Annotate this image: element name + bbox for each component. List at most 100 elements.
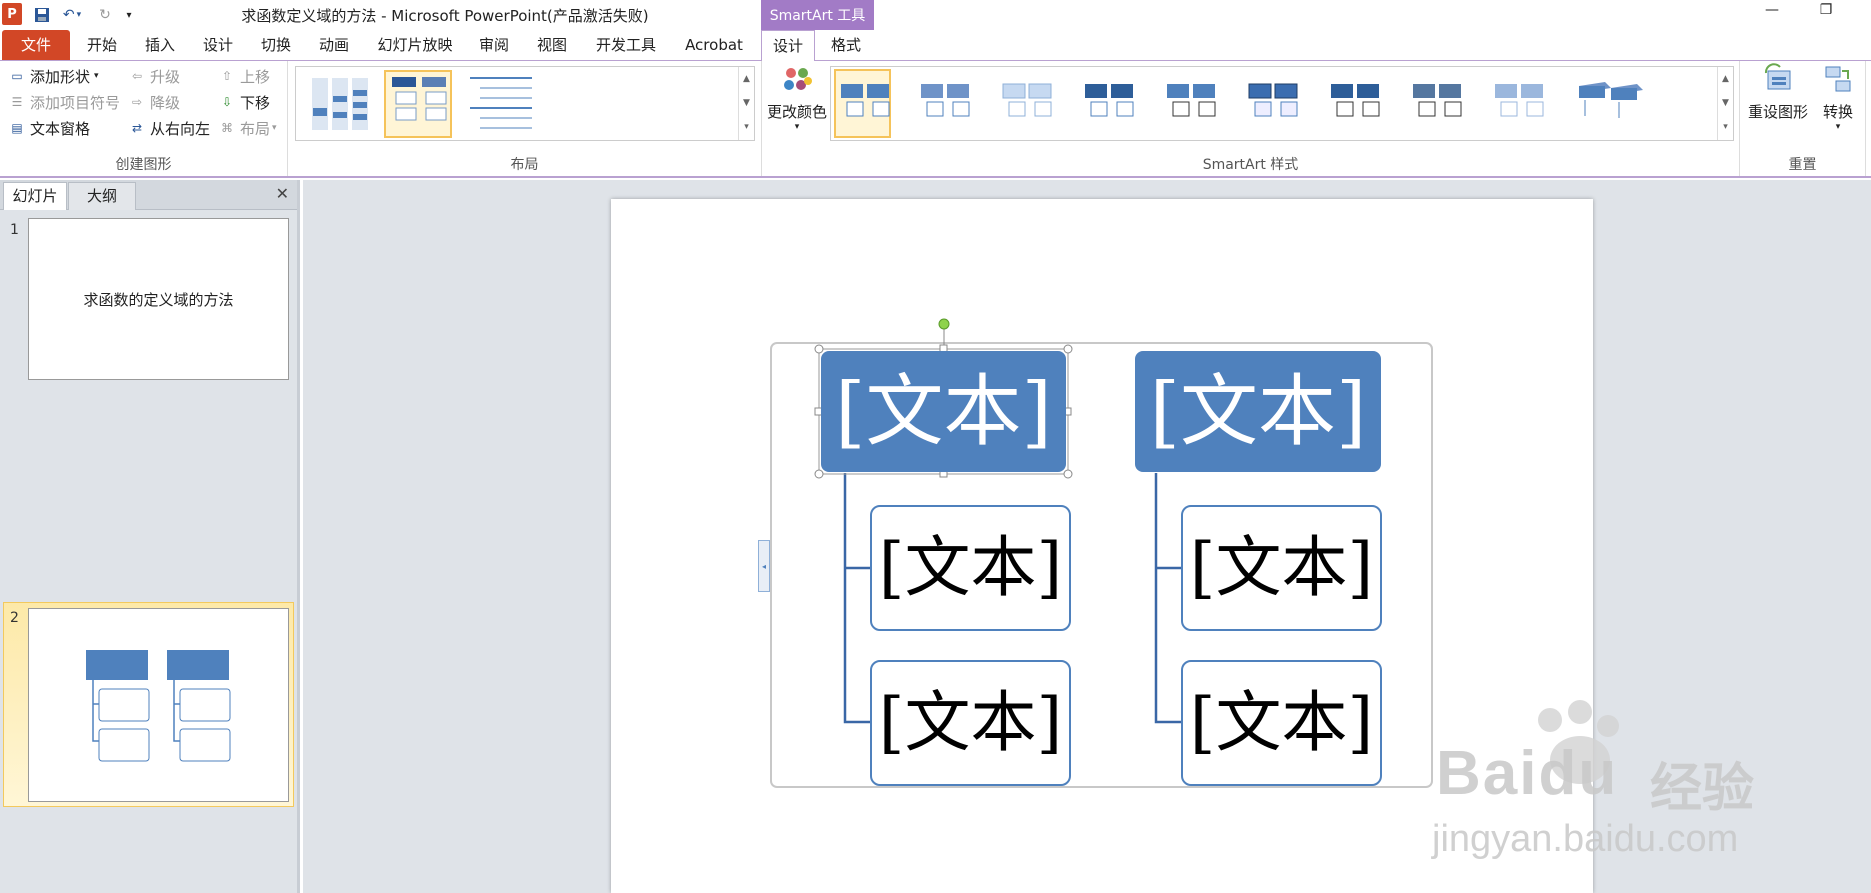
node-text: [文本] [878,684,1063,761]
right-to-left-button[interactable]: ⇄ 从右向左 [128,117,210,139]
add-shape-button[interactable]: ▭ 添加形状 ▾ [8,65,98,87]
promote-button[interactable]: ⇦ 升级 [128,65,180,87]
minimize-icon[interactable]: — [1760,2,1784,26]
text-pane-label: 文本窗格 [30,119,91,138]
more-icon[interactable]: ▾ [1718,115,1733,139]
tab-insert[interactable]: 插入 [136,30,184,60]
style-option-9[interactable] [1493,70,1548,137]
styles-gallery-scroll[interactable]: ▲ ▼ ▾ [1717,67,1733,140]
tab-file[interactable]: 文件 [2,30,70,60]
tab-smartart-format[interactable]: 格式 [820,30,872,60]
tab-outline[interactable]: 大纲 [68,182,136,210]
layout-label: 布局 [240,119,271,138]
tab-slides[interactable]: 幻灯片 [3,182,67,210]
smartart-styles-gallery: ▲ ▼ ▾ [830,66,1734,141]
node-text: [文本] [1189,529,1374,606]
add-shape-icon: ▭ [11,69,23,83]
tab-acrobat[interactable]: Acrobat [676,30,752,60]
add-bullet-label: 添加项目符号 [30,93,121,112]
change-colors-label: 更改颜色 [766,103,827,121]
restore-icon[interactable]: ❐ [1814,2,1838,26]
slides-pane: 幻灯片 大纲 ✕ 1 求函数的定义域的方法 2 [0,180,300,893]
scroll-up-icon[interactable]: ▲ [1718,67,1733,91]
move-up-button[interactable]: ⇧ 上移 [218,65,270,87]
node-text: [文本] [1189,684,1374,761]
node-text: [文本] [1149,366,1367,457]
node-text: [文本] [878,529,1063,606]
scroll-down-icon[interactable]: ▼ [739,91,754,115]
text-pane-icon: ▤ [11,121,23,135]
move-up-icon: ⇧ [221,69,233,83]
layout-icon: ⌘ [221,121,233,135]
tab-review[interactable]: 审阅 [470,30,518,60]
node-text: [文本] [835,366,1052,457]
smartart-node-child-2-2[interactable]: [文本] [1181,660,1382,786]
smartart-node-child-2-1[interactable]: [文本] [1181,505,1382,631]
group-label-create-graphic: 创建图形 [115,157,172,173]
move-down-label: 下移 [240,93,271,112]
more-icon[interactable]: ▾ [739,115,754,139]
style-option-3d[interactable] [1575,70,1655,137]
change-colors-button[interactable]: 更改颜色 ▾ [766,65,828,155]
move-down-button[interactable]: ⇩ 下移 [218,91,270,113]
convert-button[interactable]: 转换 ▾ [1816,63,1860,153]
tab-home[interactable]: 开始 [78,30,126,60]
layout-button[interactable]: ⌘ 布局 ▾ [218,117,277,139]
style-option-1[interactable] [837,70,892,137]
right-to-left-label: 从右向左 [150,119,211,138]
powerpoint-window: P ↶ ▾ ↻ ▾ 求函数定义域的方法 - Microsoft PowerPoin… [0,0,1871,893]
slide-thumbnail-2[interactable] [28,608,289,802]
tab-slideshow[interactable]: 幻灯片放映 [370,30,460,60]
convert-icon [1825,66,1851,92]
style-option-4[interactable] [1083,70,1138,137]
style-option-7[interactable] [1329,70,1384,137]
layout-gallery: ▲ ▼ ▾ [295,66,755,141]
ribbon-tabs: 文件 开始 插入 设计 切换 动画 幻灯片放映 审阅 视图 开发工具 Acrob… [0,30,1871,61]
add-bullet-icon: ☰ [11,95,23,109]
move-up-label: 上移 [240,67,271,86]
smartart-node-parent-1[interactable]: [文本] [821,351,1066,472]
smartart-node-parent-2[interactable]: [文本] [1135,351,1381,472]
style-option-5[interactable] [1165,70,1220,137]
change-colors-icon [784,68,812,90]
text-pane-button[interactable]: ▤ 文本窗格 [8,117,90,139]
tab-developer[interactable]: 开发工具 [586,30,666,60]
add-bullet-button[interactable]: ☰ 添加项目符号 [8,91,120,113]
scroll-down-icon[interactable]: ▼ [1718,91,1733,115]
demote-icon: ⇨ [131,95,143,109]
ribbon: ▭ 添加形状 ▾ ☰ 添加项目符号 ▤ 文本窗格 ⇦ 升级 ⇨ 降级 ⇄ 从右向左 ⇧ 上移 ⇩… [0,61,1871,178]
pane-tabs: 幻灯片 大纲 ✕ [0,180,297,210]
title-bar: P ↶ ▾ ↻ ▾ 求函数定义域的方法 - Microsoft PowerPoin… [0,0,1871,30]
convert-label: 转换 [1822,103,1853,121]
layout-option-1[interactable] [308,70,376,138]
demote-label: 降级 [150,93,181,112]
style-option-8[interactable] [1411,70,1466,137]
tab-view[interactable]: 视图 [528,30,576,60]
style-option-6[interactable] [1247,70,1302,137]
demote-button[interactable]: ⇨ 降级 [128,91,180,113]
rotate-handle-icon[interactable] [938,318,950,330]
promote-label: 升级 [150,67,181,86]
close-icon[interactable]: ✕ [276,184,289,203]
reset-graphic-button[interactable]: 重设图形 [1746,63,1810,153]
tab-design[interactable]: 设计 [194,30,242,60]
smartart-node-child-1-1[interactable]: [文本] [870,505,1071,631]
tab-transitions[interactable]: 切换 [252,30,300,60]
layout-option-3[interactable] [466,70,534,138]
text-pane-expander-icon[interactable]: ◂ [758,540,770,592]
scroll-up-icon[interactable]: ▲ [739,67,754,91]
style-option-3[interactable] [1001,70,1056,137]
slide-thumbnail-1[interactable]: 求函数的定义域的方法 [28,218,289,380]
slide-1-title: 求函数的定义域的方法 [83,290,234,309]
tab-animations[interactable]: 动画 [310,30,358,60]
group-reset: 重设图形 转换 ▾ 重置 [1740,61,1866,176]
group-label-layouts: 布局 [510,157,539,173]
layout-gallery-scroll[interactable]: ▲ ▼ ▾ [738,67,754,140]
add-shape-label: 添加形状 [30,67,91,86]
layout-option-2-selected[interactable] [384,70,452,138]
window-title: 求函数定义域的方法 - Microsoft PowerPoint(产品激活失败) [241,7,649,25]
tab-smartart-design[interactable]: 设计 [761,30,815,61]
smartart-node-child-1-2[interactable]: [文本] [870,660,1071,786]
group-label-reset: 重置 [1788,157,1817,173]
style-option-2[interactable] [919,70,974,137]
